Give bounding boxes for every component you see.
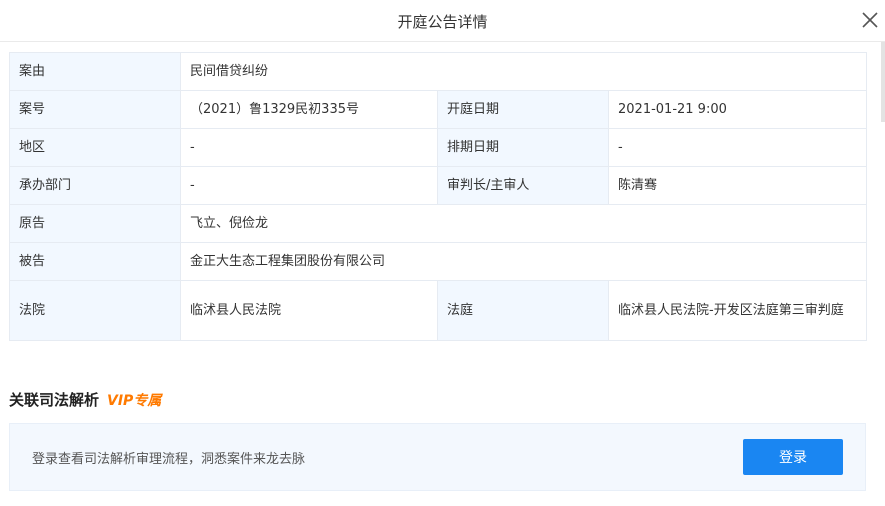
court-value: 临沭县人民法院 xyxy=(180,280,438,341)
courtroom-value: 临沭县人民法院-开发区法庭第三审判庭 xyxy=(607,280,868,341)
case-number-label: 案号 xyxy=(9,90,181,129)
login-prompt-text: 登录查看司法解析审理流程，洞悉案件来龙去脉 xyxy=(32,452,306,467)
case-reason-value: 民间借贷纠纷 xyxy=(179,52,868,91)
hearing-detail-table: 案由 民间借贷纠纷 案号 （2021）鲁1329民初335号 开庭日期 2021… xyxy=(9,52,868,341)
table-row: 法院 临沭县人民法院 法庭 临沭县人民法院-开发区法庭第三审判庭 xyxy=(9,280,868,341)
schedule-date-label: 排期日期 xyxy=(437,128,609,167)
defendant-value: 金正大生态工程集团股份有限公司 xyxy=(179,242,868,281)
hearing-notice-dialog: 开庭公告详情 案由 民间借贷纠纷 案号 （2021）鲁1329民初335号 开庭… xyxy=(0,0,885,506)
login-prompt-box: 登录查看司法解析审理流程，洞悉案件来龙去脉 登录 xyxy=(9,423,866,491)
table-row: 案由 民间借贷纠纷 xyxy=(9,52,868,91)
scrollbar-thumb[interactable] xyxy=(881,42,885,122)
analysis-section-title: 关联司法解析 VIP专属 xyxy=(9,389,161,410)
defendant-label: 被告 xyxy=(9,242,181,281)
court-label: 法院 xyxy=(9,280,181,341)
table-row: 地区 - 排期日期 - xyxy=(9,128,868,167)
hearing-date-value: 2021-01-21 9:00 xyxy=(607,90,868,129)
department-label: 承办部门 xyxy=(9,166,181,205)
table-row: 原告 飞立、倪俭龙 xyxy=(9,204,868,243)
courtroom-label: 法庭 xyxy=(437,280,609,341)
dialog-header: 开庭公告详情 xyxy=(0,0,885,42)
case-reason-label: 案由 xyxy=(9,52,181,91)
region-label: 地区 xyxy=(9,128,181,167)
table-row: 被告 金正大生态工程集团股份有限公司 xyxy=(9,242,868,281)
table-row: 案号 （2021）鲁1329民初335号 开庭日期 2021-01-21 9:0… xyxy=(9,90,868,129)
department-value: - xyxy=(180,166,438,205)
dialog-title: 开庭公告详情 xyxy=(397,13,488,31)
vip-badge: VIP专属 xyxy=(107,393,162,409)
hearing-date-label: 开庭日期 xyxy=(437,90,609,129)
judge-label: 审判长/主审人 xyxy=(437,166,609,205)
plaintiff-label: 原告 xyxy=(9,204,181,243)
close-icon[interactable] xyxy=(861,11,879,29)
case-number-value: （2021）鲁1329民初335号 xyxy=(180,90,438,129)
schedule-date-value: - xyxy=(607,128,868,167)
region-value: - xyxy=(180,128,438,167)
analysis-title-text: 关联司法解析 xyxy=(9,391,100,409)
login-button[interactable]: 登录 xyxy=(743,439,843,475)
plaintiff-value: 飞立、倪俭龙 xyxy=(179,204,868,243)
table-row: 承办部门 - 审判长/主审人 陈清骞 xyxy=(9,166,868,205)
judge-value: 陈清骞 xyxy=(607,166,868,205)
